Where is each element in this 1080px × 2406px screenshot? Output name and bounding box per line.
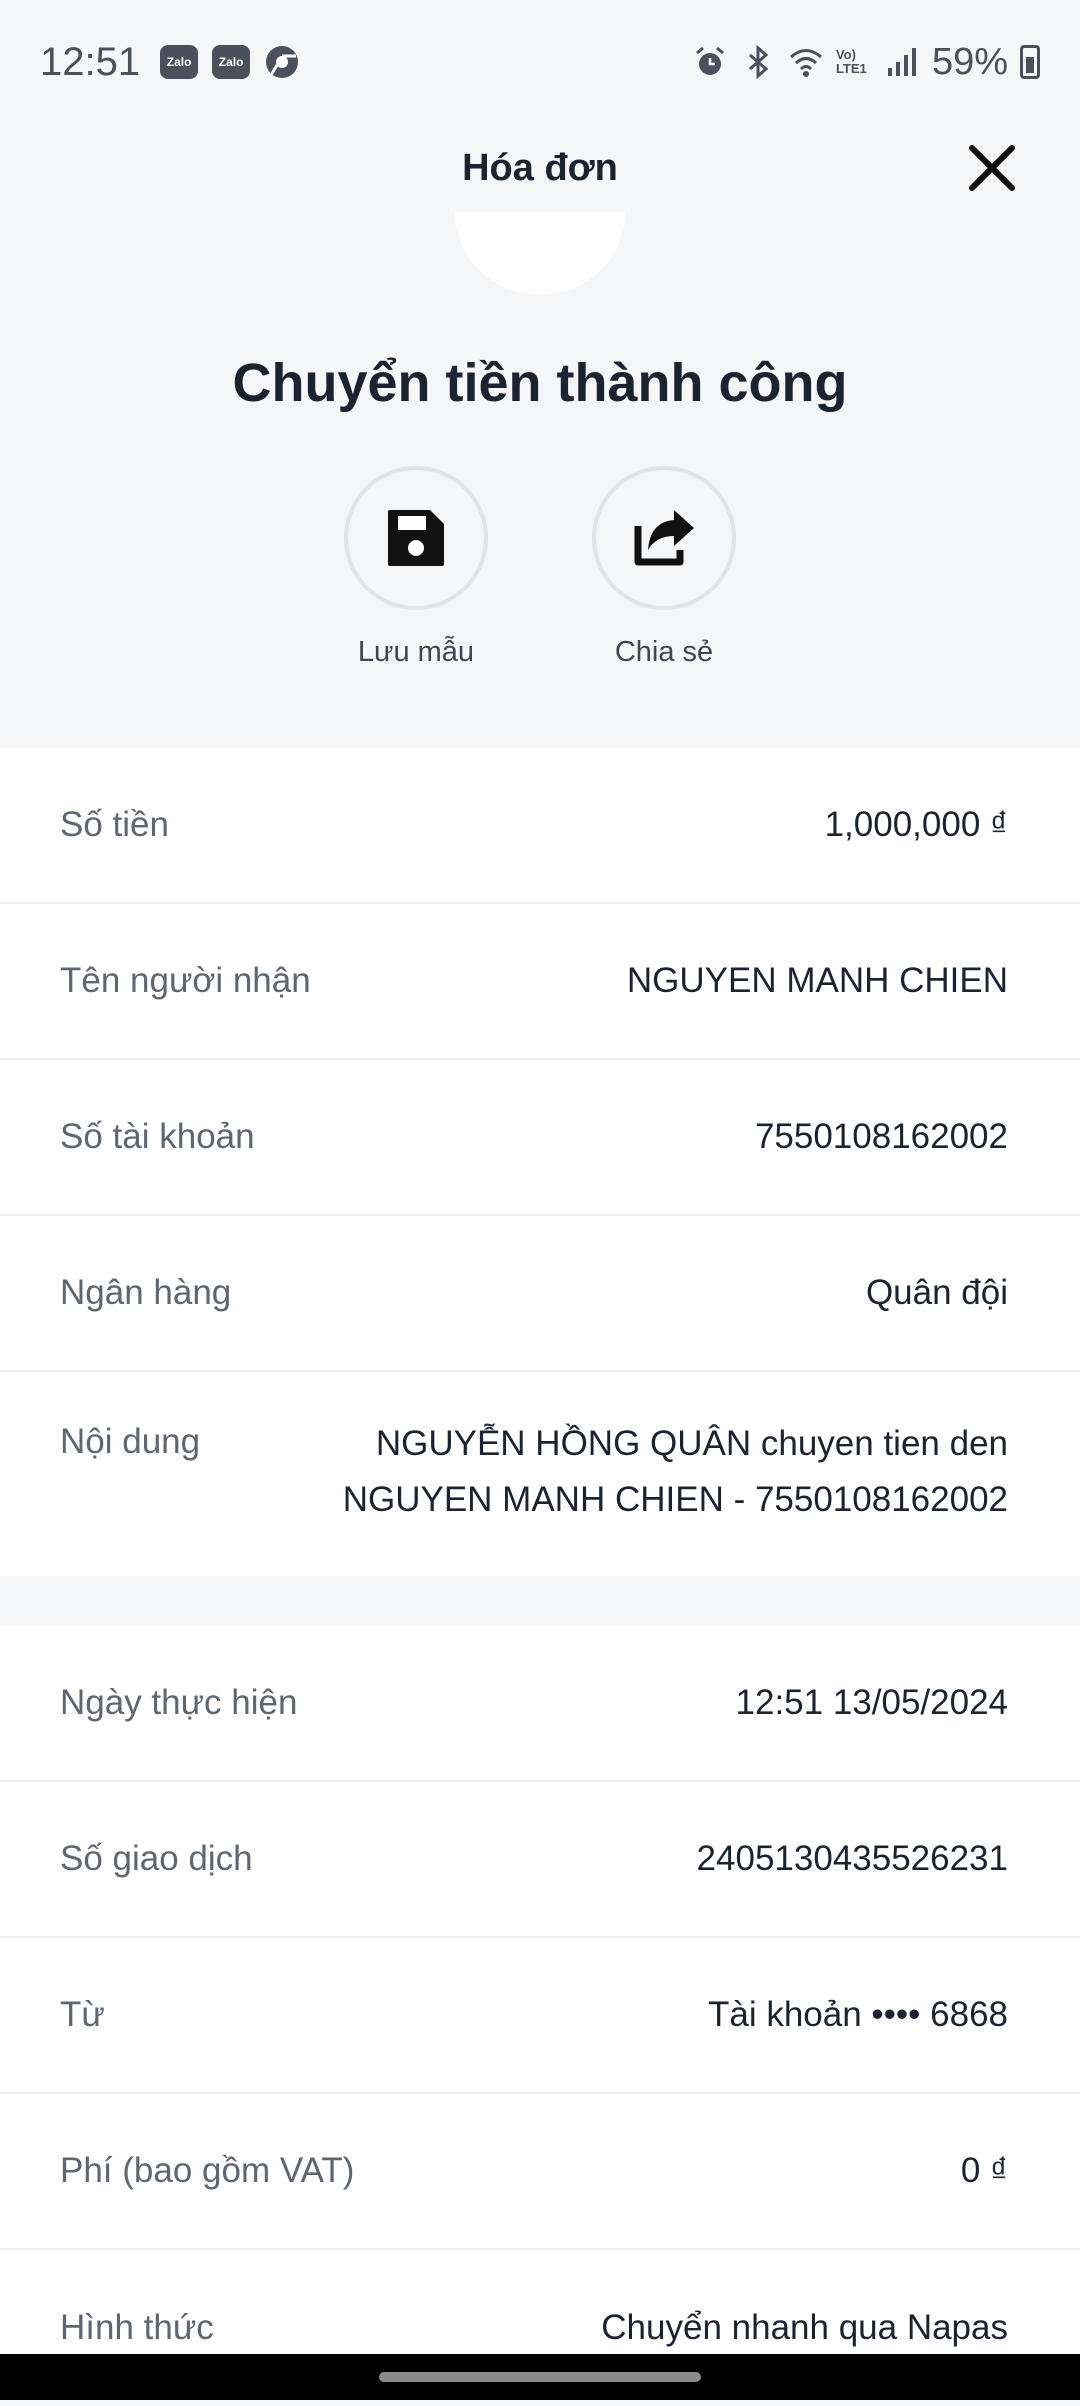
transaction-label: Từ xyxy=(60,1995,105,2035)
transaction-label: Số giao dịch xyxy=(60,1839,253,1879)
wifi-icon xyxy=(788,44,824,80)
detail-row-recipient: Tên người nhận NGUYEN MANH CHIEN xyxy=(0,904,1080,1060)
save-icon xyxy=(384,506,448,570)
status-left: 12:51 Zalo Zalo xyxy=(40,40,300,85)
share-label: Chia sẻ xyxy=(615,636,713,669)
transaction-value: Chuyển nhanh qua Napas xyxy=(601,2308,1008,2348)
detail-value: Quân đội xyxy=(866,1273,1008,1313)
detail-row-account: Số tài khoản 7550108162002 xyxy=(0,1060,1080,1216)
detail-row-bank: Ngân hàng Quân đội xyxy=(0,1216,1080,1372)
transaction-value: 2405130435526231 xyxy=(697,1839,1008,1879)
zalo-icon: Zalo xyxy=(212,45,250,79)
chrome-icon xyxy=(264,44,300,80)
detail-value: 7550108162002 xyxy=(755,1117,1008,1157)
bluetooth-icon xyxy=(740,44,776,80)
network-label: Vo) LTE1 xyxy=(836,48,872,76)
detail-label: Ngân hàng xyxy=(60,1273,231,1313)
save-template-label: Lưu mẫu xyxy=(358,636,474,669)
transaction-label: Phí (bao gồm VAT) xyxy=(60,2151,354,2191)
signal-icon xyxy=(884,44,920,80)
action-bar: Lưu mẫu Chia sẻ xyxy=(0,466,1080,669)
success-title: Chuyển tiền thành công xyxy=(0,352,1080,414)
page-title: Hóa đơn xyxy=(462,147,618,190)
transaction-label: Hình thức xyxy=(60,2308,214,2348)
transaction-label: Ngày thực hiện xyxy=(60,1683,297,1723)
alarm-icon xyxy=(692,44,728,80)
detail-row-content: Nội dung NGUYỄN HỒNG QUÂN chuyen tien de… xyxy=(0,1372,1080,1576)
detail-row-amount: Số tiền 1,000,000 ₫ xyxy=(0,748,1080,904)
result-section: Chuyển tiền thành công Lưu mẫu Chia sẻ xyxy=(0,212,1080,748)
home-gesture-handle[interactable] xyxy=(379,2372,701,2382)
status-right: Vo) LTE1 59% xyxy=(692,41,1040,84)
transaction-row-date: Ngày thực hiện 12:51 13/05/2024 xyxy=(0,1626,1080,1782)
detail-label: Tên người nhận xyxy=(60,961,311,1001)
status-bar: 12:51 Zalo Zalo Vo) LTE1 xyxy=(0,0,1080,124)
transaction-value: 0 ₫ xyxy=(961,2151,1008,2191)
detail-value: NGUYỄN HỒNG QUÂN chuyen tien den NGUYEN … xyxy=(288,1416,1008,1528)
close-icon xyxy=(967,143,1017,193)
system-nav-bar xyxy=(0,2354,1080,2400)
share-icon xyxy=(630,506,698,570)
battery-percent: 59% xyxy=(932,41,1008,84)
zalo-icon: Zalo xyxy=(160,45,198,79)
header: Hóa đơn xyxy=(0,124,1080,212)
detail-value: NGUYEN MANH CHIEN xyxy=(627,961,1008,1001)
transfer-details-card: Số tiền 1,000,000 ₫ Tên người nhận NGUYE… xyxy=(0,748,1080,1576)
status-time: 12:51 xyxy=(40,40,140,85)
save-template-button[interactable]: Lưu mẫu xyxy=(344,466,488,669)
transaction-value: 12:51 13/05/2024 xyxy=(736,1683,1008,1723)
save-template-circle[interactable] xyxy=(344,466,488,610)
transaction-row-from: Từ Tài khoản •••• 6868 xyxy=(0,1938,1080,2094)
transaction-row-id: Số giao dịch 2405130435526231 xyxy=(0,1782,1080,1938)
transaction-row-fee: Phí (bao gồm VAT) 0 ₫ xyxy=(0,2094,1080,2250)
battery-icon xyxy=(1020,45,1040,79)
detail-value: 1,000,000 ₫ xyxy=(825,805,1008,845)
share-button[interactable]: Chia sẻ xyxy=(592,466,736,669)
detail-label: Số tiền xyxy=(60,805,169,845)
close-button[interactable] xyxy=(962,138,1022,198)
transaction-value: Tài khoản •••• 6868 xyxy=(708,1995,1008,2035)
success-badge xyxy=(455,212,625,294)
transaction-info-card: Ngày thực hiện 12:51 13/05/2024 Số giao … xyxy=(0,1626,1080,2356)
detail-label: Nội dung xyxy=(60,1422,200,1462)
share-circle[interactable] xyxy=(592,466,736,610)
detail-label: Số tài khoản xyxy=(60,1117,255,1157)
